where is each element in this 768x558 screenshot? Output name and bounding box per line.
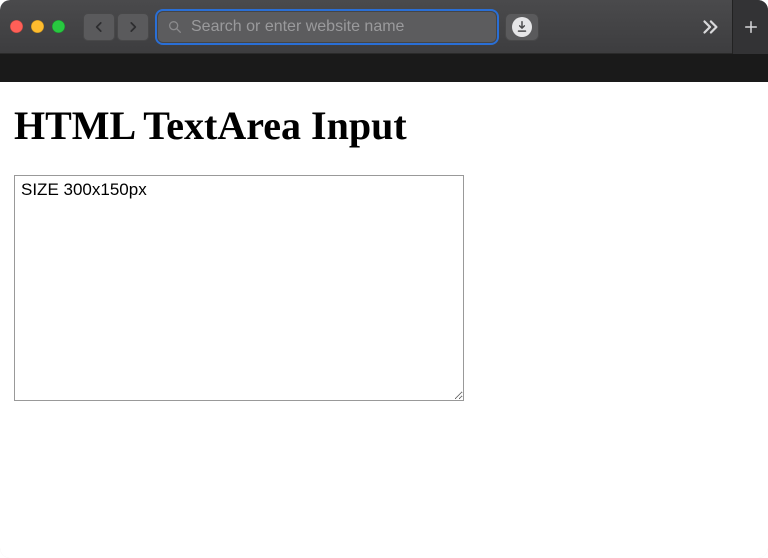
overflow-button[interactable] [696, 13, 724, 41]
nav-buttons [83, 13, 149, 41]
new-tab-button[interactable] [732, 0, 768, 54]
window-controls [10, 20, 65, 33]
close-window-button[interactable] [10, 20, 23, 33]
address-input[interactable] [191, 18, 487, 36]
chevrons-right-icon [699, 16, 721, 38]
downloads-button[interactable] [505, 13, 539, 41]
back-button[interactable] [83, 13, 115, 41]
plus-icon [742, 18, 760, 36]
page-content: HTML TextArea Input [0, 82, 768, 558]
chevron-left-icon [92, 20, 106, 34]
titlebar [0, 0, 768, 54]
zoom-window-button[interactable] [52, 20, 65, 33]
address-bar[interactable] [157, 11, 497, 43]
forward-button[interactable] [117, 13, 149, 41]
minimize-window-button[interactable] [31, 20, 44, 33]
demo-textarea[interactable] [14, 175, 464, 401]
downloads-icon [512, 17, 532, 37]
tab-strip [0, 54, 768, 82]
browser-window: HTML TextArea Input [0, 0, 768, 558]
search-icon [167, 19, 183, 35]
page-heading: HTML TextArea Input [14, 102, 754, 149]
chevron-right-icon [126, 20, 140, 34]
